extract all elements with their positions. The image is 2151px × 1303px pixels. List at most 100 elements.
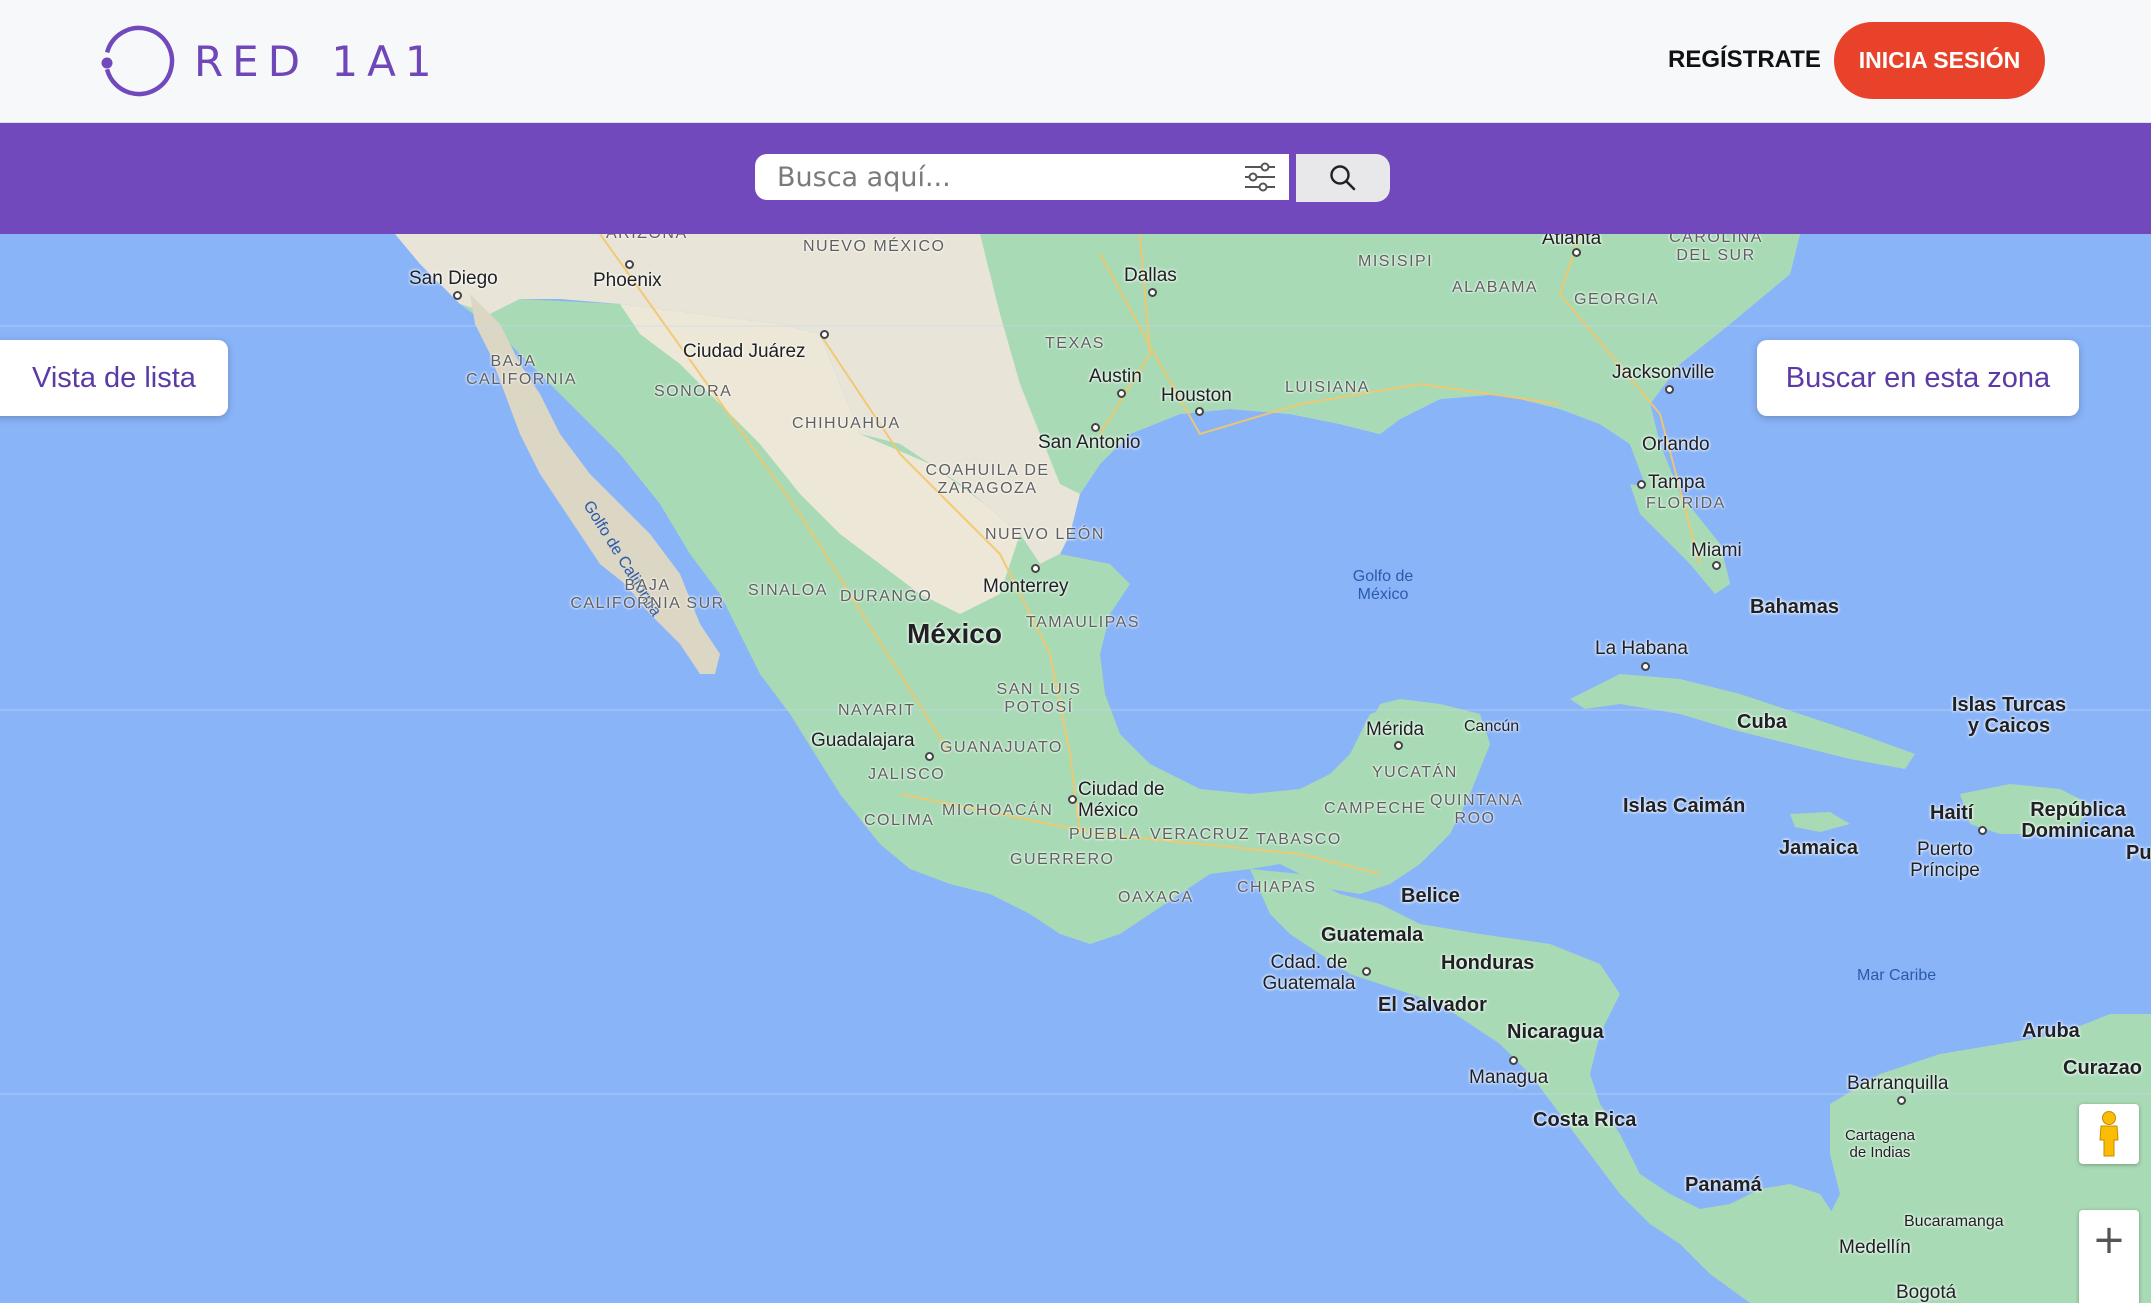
map-label-country: Bahamas <box>1750 596 1839 618</box>
map-label-state: TABASCO <box>1256 831 1342 848</box>
map-label-state: COLIMA <box>864 812 935 829</box>
map-label-state: CHIAPAS <box>1237 879 1317 896</box>
phoenix-marker <box>625 260 634 269</box>
map-label-state: QUINTANA ROO <box>1430 792 1524 827</box>
houston-marker <box>1195 407 1204 416</box>
austin-marker <box>1117 389 1126 398</box>
map-label-country: República Dominicana <box>2021 799 2135 842</box>
map-label-state: YUCATÁN <box>1372 764 1458 781</box>
cdad-guatemala-marker <box>1362 967 1371 976</box>
filter-sliders-icon[interactable] <box>1243 162 1277 192</box>
cdmx-marker <box>1068 795 1077 804</box>
map-label-state: ALABAMA <box>1452 279 1539 296</box>
map-label-state: LUISIANA <box>1285 379 1370 396</box>
map-label-state: CAROLINA DEL SUR <box>1669 234 1763 264</box>
map-label-state: TEXAS <box>1045 335 1105 352</box>
search-bar <box>0 123 2151 234</box>
barranquilla-marker <box>1897 1096 1906 1105</box>
map-label-country: Curazao <box>2063 1057 2142 1079</box>
map-label-city: Mérida <box>1366 719 1425 740</box>
map-label-state: SONORA <box>654 383 733 400</box>
search-this-area-button[interactable]: Buscar en esta zona <box>1757 340 2079 416</box>
street-view-pegman[interactable] <box>2079 1104 2139 1164</box>
search-input[interactable] <box>777 154 1217 200</box>
map-label-country: Honduras <box>1441 952 1535 974</box>
map-label-water: Golfo de México <box>1352 568 1414 603</box>
map-canvas[interactable]: San Diego Phoenix Ciudad Juárez Dallas A… <box>0 234 2151 1303</box>
map-label-country: Islas Caimán <box>1623 795 1746 817</box>
map-label-city: Ciudad de México <box>1078 779 1165 821</box>
map-label-city: La Habana <box>1595 638 1688 659</box>
map-label-country: Guatemala <box>1321 924 1424 946</box>
site-logo[interactable]: RED 1A1 <box>98 22 441 100</box>
map-label-city: Bogotá <box>1896 1282 1957 1303</box>
map-label-state: GUERRERO <box>1010 851 1115 868</box>
list-view-button[interactable]: Vista de lista <box>0 340 228 416</box>
logo-ring-icon <box>101 25 175 97</box>
map-label-city: Managua <box>1469 1067 1549 1088</box>
map-label-state: FLORIDA <box>1646 495 1726 512</box>
map-label-state: GUANAJUATO <box>940 739 1063 756</box>
map-label-country: Panamá <box>1685 1174 1762 1196</box>
monterrey-marker <box>1031 564 1040 573</box>
jacksonville-marker <box>1665 385 1674 394</box>
map-label-country: Puert <box>2126 842 2151 864</box>
map-label-state: JALISCO <box>868 766 946 783</box>
san-diego-marker <box>453 291 462 300</box>
map-label-state: VERACRUZ <box>1150 826 1251 843</box>
map-label-state: CHIHUAHUA <box>792 415 901 432</box>
logo-text: RED 1A1 <box>194 36 441 86</box>
map-label-country: Haití <box>1930 802 1974 824</box>
dallas-marker <box>1148 288 1157 297</box>
map-label-city: Orlando <box>1642 434 1710 455</box>
map-label-country: Belice <box>1401 885 1460 907</box>
map-label-city: Monterrey <box>983 576 1069 597</box>
map-label-state: MISISIPI <box>1358 253 1434 270</box>
map-label-city: San Antonio <box>1038 432 1141 453</box>
map-label-city: Cdad. de Guatemala <box>1262 952 1356 994</box>
miami-marker <box>1712 561 1721 570</box>
map-label-state: NUEVO MÉXICO <box>803 238 946 255</box>
map-label-country: El Salvador <box>1378 994 1487 1016</box>
san-antonio-marker <box>1091 423 1100 432</box>
map-label-state: COAHUILA DE ZARAGOZA <box>925 462 1050 497</box>
map-label-country: México <box>907 618 1002 649</box>
map-label-state: SINALOA <box>748 582 828 599</box>
pegman-icon <box>2099 1111 2119 1157</box>
site-header: RED 1A1 REGÍSTRATE INICIA SESIÓN <box>0 0 2151 123</box>
map-label-city: Barranquilla <box>1847 1073 1949 1094</box>
merida-marker <box>1394 741 1403 750</box>
login-button[interactable]: INICIA SESIÓN <box>1834 22 2045 99</box>
zoom-control: + <box>2079 1210 2139 1303</box>
map-label-state: SAN LUIS POTOSÍ <box>996 681 1082 716</box>
map-label-country: Cuba <box>1737 711 1787 733</box>
map-label-city: Austin <box>1089 366 1142 387</box>
map-label-country: Islas Turcas y Caicos <box>1951 694 2067 737</box>
map-label-city: Atlanta <box>1542 234 1602 249</box>
zoom-in-button[interactable]: + <box>2079 1210 2139 1270</box>
map-label-country: Nicaragua <box>1507 1021 1604 1043</box>
map-label-city: Houston <box>1161 385 1232 406</box>
register-link[interactable]: REGÍSTRATE <box>1668 40 1821 80</box>
map-label-state: BAJA CALIFORNIA SUR <box>570 577 725 612</box>
map-label-city: Bucaramanga <box>1904 1213 2004 1230</box>
map-label-state: TAMAULIPAS <box>1026 614 1140 631</box>
map-label-city: San Diego <box>409 268 498 289</box>
search-button[interactable] <box>1296 154 1390 202</box>
map-label-country: Costa Rica <box>1533 1109 1637 1131</box>
search-field-wrapper <box>755 154 1289 200</box>
map-label-state: GEORGIA <box>1574 291 1660 308</box>
map-label-city: Phoenix <box>593 270 662 291</box>
managua-marker <box>1509 1056 1518 1065</box>
map-label-water: Mar Caribe <box>1857 967 1937 984</box>
map-label-city: Miami <box>1691 540 1742 561</box>
map-label-state: BAJA CALIFORNIA <box>466 353 578 388</box>
map-label-state: NAYARIT <box>838 702 916 719</box>
map-label-city: Dallas <box>1124 265 1177 286</box>
map-label-city: Tampa <box>1648 472 1706 493</box>
map-label-state: MICHOACÁN <box>942 802 1054 819</box>
map-label-state: ARIZONA <box>606 234 688 243</box>
tampa-marker <box>1637 480 1646 489</box>
map-label-city: Cartagena de Indias <box>1844 1127 1916 1161</box>
map-label-city: Puerto Príncipe <box>1910 839 1980 881</box>
